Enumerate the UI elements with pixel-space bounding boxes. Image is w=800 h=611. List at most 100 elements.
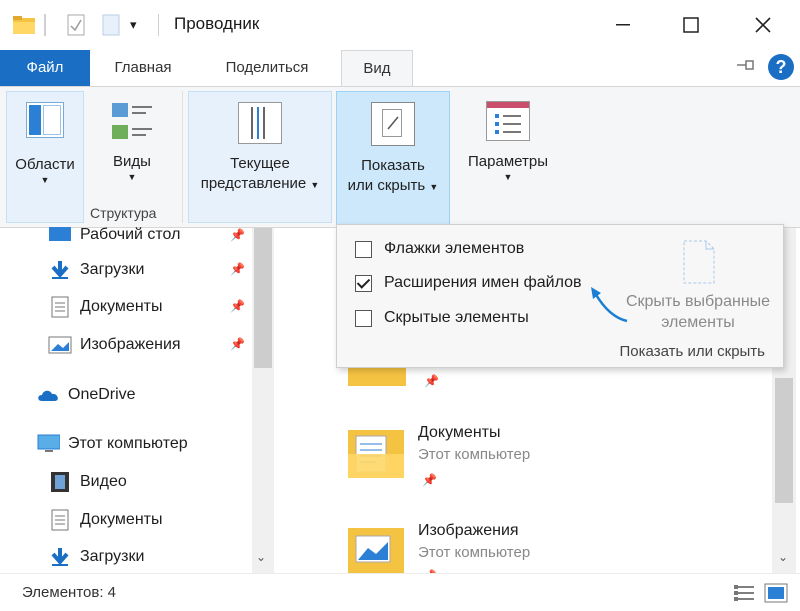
show-hide-dropdown-icon: ▼ <box>429 182 439 192</box>
download-arrow-icon <box>48 259 72 281</box>
large-icons-view-icon[interactable] <box>764 583 788 607</box>
nav-item-videos[interactable]: Видео <box>48 467 127 497</box>
file-item-name: Изображения <box>418 522 519 539</box>
customize-toolbar-icon[interactable]: ▾ <box>130 14 137 36</box>
hide-selected-label-line2: элементы <box>661 314 735 331</box>
show-hide-button[interactable]: Показать или скрыть ▼ <box>336 91 450 225</box>
ribbon-separator <box>182 91 183 223</box>
layout-icon <box>108 101 156 145</box>
nav-item-this-pc[interactable]: Этот компьютер <box>36 429 188 459</box>
items-count: Элементов: 4 <box>22 584 117 601</box>
file-extensions-checkbox[interactable] <box>355 274 372 292</box>
minimize-icon <box>616 24 630 26</box>
tab-view[interactable]: Вид <box>341 50 413 87</box>
nav-item-label: OneDrive <box>68 386 136 403</box>
nav-item-label: Этот компьютер <box>68 435 188 452</box>
show-hide-group-label: Показать или скрыть <box>619 343 765 360</box>
pin-icon[interactable]: 📌 <box>230 228 245 242</box>
maximize-button[interactable] <box>668 8 714 42</box>
item-checkboxes-option[interactable]: Флажки элементов <box>355 238 524 260</box>
options-icon <box>486 101 530 141</box>
desktop-icon <box>48 224 72 246</box>
file-item-pictures[interactable]: Изображения Этот компьютер <box>418 522 530 561</box>
close-button[interactable] <box>740 8 786 42</box>
panes-dropdown-icon: ▼ <box>40 175 50 185</box>
hidden-items-checkbox[interactable] <box>355 309 372 327</box>
pin-icon[interactable]: 📌 <box>422 473 437 487</box>
computer-icon <box>36 433 60 455</box>
nav-item-label: Документы <box>80 298 163 315</box>
scroll-down-icon[interactable]: ⌄ <box>778 550 788 564</box>
nav-item-downloads[interactable]: Загрузки <box>48 255 144 285</box>
document-icon <box>48 296 72 318</box>
layout-dropdown-icon: ▼ <box>127 172 137 182</box>
current-view-button[interactable]: Текущее представление ▼ <box>188 91 332 223</box>
image-icon <box>48 334 72 356</box>
tab-share[interactable]: Поделиться <box>204 50 330 86</box>
ribbon-panel: Области ▼ Виды ▼ Структура Текущее предс… <box>0 86 800 228</box>
status-bar: Элементов: 4 <box>0 573 800 611</box>
document-icon <box>48 509 72 531</box>
toolbar-separator <box>44 14 46 36</box>
nav-item-label: Изображения <box>80 336 181 353</box>
show-hide-label-line2: или скрыть <box>347 177 426 194</box>
navigation-pane: Рабочий стол 📌 Загрузки 📌 Документы 📌 Из… <box>0 226 276 573</box>
ribbon-tabs: Файл Главная Поделиться Вид <box>0 50 800 87</box>
tab-file[interactable]: Файл <box>0 50 90 86</box>
file-item-documents[interactable]: Документы Этот компьютер <box>418 424 530 463</box>
panes-button[interactable]: Области ▼ <box>6 91 84 223</box>
pictures-folder-icon[interactable] <box>346 522 406 574</box>
maximize-icon <box>683 17 699 33</box>
download-arrow-icon <box>48 546 72 568</box>
file-item-name: Документы <box>418 424 501 441</box>
layout-label: Виды <box>113 153 151 170</box>
nav-item-label: Рабочий стол <box>80 226 181 243</box>
current-view-label-line2: представление <box>200 175 307 192</box>
new-folder-icon[interactable] <box>102 14 120 36</box>
nav-item-onedrive[interactable]: OneDrive <box>36 380 136 410</box>
group-structure-label: Структура <box>90 205 157 221</box>
minimize-button[interactable] <box>600 8 646 42</box>
item-checkboxes-label: Флажки элементов <box>384 240 525 257</box>
hidden-items-option[interactable]: Скрытые элементы <box>355 307 529 329</box>
scroll-down-icon[interactable]: ⌄ <box>256 550 266 564</box>
properties-check-icon[interactable] <box>66 14 86 36</box>
title-bar: ▾ Проводник <box>0 0 800 50</box>
current-view-dropdown-icon: ▼ <box>310 180 320 190</box>
panes-icon <box>26 102 64 138</box>
file-item-location: Этот компьютер <box>418 544 531 561</box>
main-scroll-thumb[interactable] <box>775 378 793 503</box>
documents-folder-icon[interactable] <box>346 424 406 484</box>
file-extensions-label: Расширения имен файлов <box>384 274 582 291</box>
file-item-location: Этот компьютер <box>418 446 531 463</box>
layout-views-button[interactable]: Виды ▼ <box>94 91 170 191</box>
cloud-icon <box>36 384 60 406</box>
options-button[interactable]: Параметры ▼ <box>456 91 560 191</box>
help-icon[interactable]: ? <box>768 54 794 80</box>
pin-ribbon-icon[interactable] <box>736 58 756 76</box>
tab-home[interactable]: Главная <box>96 50 190 86</box>
nav-scrollbar[interactable]: ⌄ <box>252 228 274 573</box>
details-view-icon[interactable] <box>732 584 756 606</box>
item-checkboxes-checkbox[interactable] <box>355 240 372 258</box>
pin-icon[interactable]: 📌 <box>230 262 245 276</box>
pin-icon[interactable]: 📌 <box>230 337 245 351</box>
nav-item-label: Загрузки <box>80 548 145 565</box>
nav-scroll-thumb[interactable] <box>254 228 272 368</box>
nav-item-downloads-2[interactable]: Загрузки <box>48 542 144 572</box>
file-extensions-option[interactable]: Расширения имен файлов <box>355 272 582 294</box>
nav-item-documents-2[interactable]: Документы <box>48 505 162 535</box>
nav-item-desktop[interactable]: Рабочий стол <box>48 220 180 250</box>
hide-selected-icon <box>683 240 715 284</box>
pin-icon[interactable]: 📌 <box>230 299 245 313</box>
panes-label: Области <box>15 156 75 173</box>
nav-item-pictures[interactable]: Изображения <box>48 330 181 360</box>
film-icon <box>48 471 72 493</box>
current-view-icon <box>238 102 282 144</box>
show-hide-icon <box>371 102 415 146</box>
hide-selected-button[interactable]: Скрыть выбранные элементы <box>613 239 783 333</box>
hide-selected-label-line1: Скрыть выбранные <box>625 293 771 310</box>
pin-icon[interactable]: 📌 <box>424 374 439 388</box>
nav-item-label: Загрузки <box>80 261 145 278</box>
nav-item-documents[interactable]: Документы <box>48 292 162 322</box>
